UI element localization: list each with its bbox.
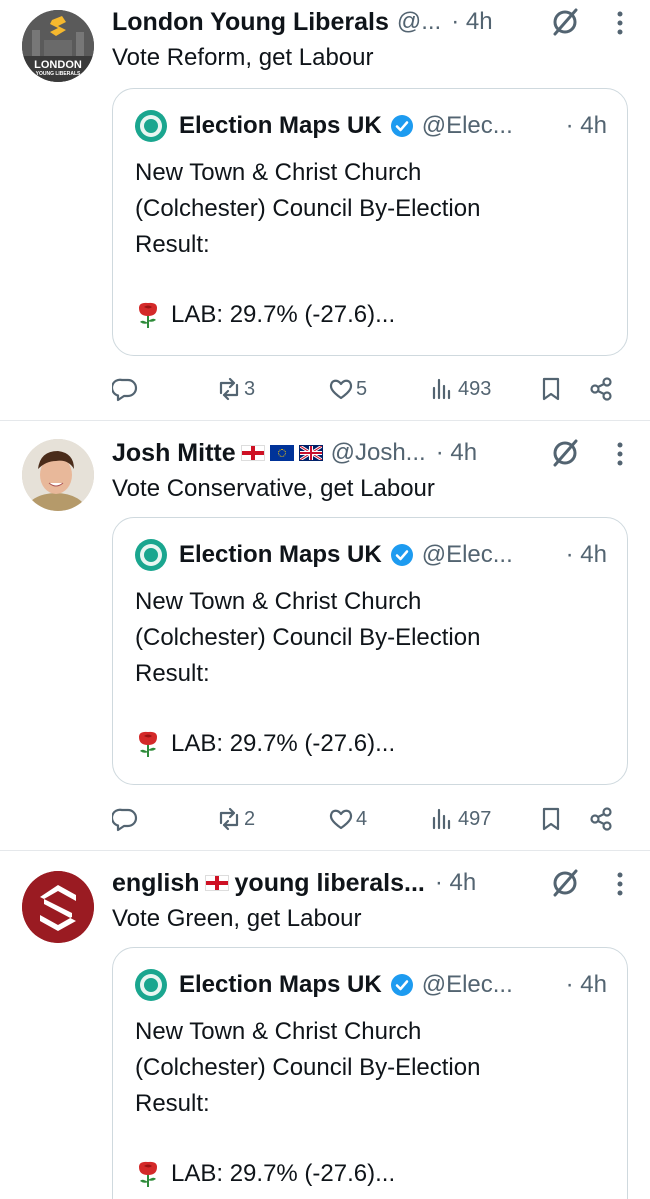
quote-text: New Town & Christ Church (Colchester) Co… — [135, 159, 481, 258]
views-button[interactable]: 497 — [430, 801, 491, 837]
english-young-liberals-logo — [22, 871, 94, 943]
share-button[interactable] — [588, 801, 614, 837]
heart-icon — [329, 809, 353, 830]
views-icon — [432, 808, 451, 830]
repost-icon — [219, 377, 239, 401]
post-text: Vote Reform, get Labour — [112, 44, 374, 71]
quote-author-handle: @Elec... — [421, 112, 513, 139]
post-header: Josh Mitte @Josh... · 4h — [112, 435, 626, 471]
author-name-part-1[interactable]: english — [112, 869, 200, 898]
post-3[interactable]: english young liberals... · 4h Vote Gree… — [0, 851, 650, 1199]
post-2[interactable]: Josh Mitte @Josh... · 4h Vote Conservati… — [0, 421, 650, 850]
quote-header: Election Maps UK @Elec... · 4h — [135, 109, 607, 143]
author-name[interactable]: Josh Mitte — [112, 439, 236, 468]
quote-text: New Town & Christ Church (Colchester) Co… — [135, 1018, 481, 1117]
quote-timestamp: · 4h — [565, 541, 607, 568]
share-button[interactable] — [588, 371, 614, 407]
quoted-post[interactable]: Election Maps UK @Elec... · 4h New Town … — [112, 947, 628, 1199]
election-maps-avatar[interactable] — [135, 969, 167, 1001]
reply-icon — [112, 378, 138, 402]
like-button[interactable]: 5 — [328, 371, 367, 407]
quote-author-handle: @Elec... — [421, 971, 513, 998]
avatar[interactable]: LONDON YOUNG LIBERALS — [22, 10, 94, 82]
author-handle[interactable]: @... — [397, 8, 441, 36]
post-text: Vote Conservative, get Labour — [112, 475, 435, 502]
bookmark-icon — [542, 377, 560, 401]
timestamp[interactable]: · 4h — [451, 8, 492, 36]
avatar[interactable] — [22, 439, 94, 511]
timestamp[interactable]: · 4h — [435, 869, 476, 897]
share-icon — [590, 807, 612, 831]
quote-header: Election Maps UK @Elec... · 4h — [135, 538, 607, 572]
more-options-icon[interactable] — [616, 10, 624, 36]
author-handle[interactable]: @Josh... — [331, 439, 426, 467]
like-button[interactable]: 4 — [328, 801, 367, 837]
verified-badge-icon — [390, 974, 413, 996]
heart-icon — [329, 379, 353, 400]
verified-badge-icon — [390, 544, 413, 566]
rose-icon — [139, 302, 157, 328]
grok-icon[interactable] — [550, 868, 580, 898]
quote-timestamp: · 4h — [565, 112, 607, 139]
election-maps-avatar[interactable] — [135, 539, 167, 571]
avatar-logo-text: LONDON YOUNG LIBERALS — [34, 59, 82, 78]
views-button[interactable]: 493 — [430, 371, 491, 407]
repost-button[interactable]: 2 — [216, 801, 255, 837]
post-1[interactable]: LONDON YOUNG LIBERALS London Young Liber… — [0, 0, 650, 420]
more-options-icon[interactable] — [616, 441, 624, 467]
repost-icon — [219, 807, 239, 831]
views-icon — [432, 378, 451, 400]
election-maps-avatar[interactable] — [135, 110, 167, 142]
quote-author-name: Election Maps UK — [179, 112, 382, 139]
grok-icon[interactable] — [550, 438, 580, 468]
more-options-icon[interactable] — [616, 871, 624, 897]
eu-flag-icon — [269, 445, 294, 461]
quote-result-line: LAB: 29.7% (-27.6)... — [135, 301, 395, 329]
grok-icon[interactable] — [550, 7, 580, 37]
england-flag-icon — [240, 445, 265, 461]
verified-badge-icon — [390, 115, 413, 137]
quote-text: New Town & Christ Church (Colchester) Co… — [135, 588, 481, 687]
post-header: english young liberals... · 4h — [112, 865, 626, 901]
quote-timestamp: · 4h — [565, 971, 607, 998]
quoted-post[interactable]: Election Maps UK @Elec... · 4h New Town … — [112, 517, 628, 785]
quote-author-name: Election Maps UK — [179, 541, 382, 568]
bookmark-icon — [542, 807, 560, 831]
share-icon — [590, 377, 612, 401]
quoted-post[interactable]: Election Maps UK @Elec... · 4h New Town … — [112, 88, 628, 356]
post-header: London Young Liberals @... · 4h — [112, 4, 626, 40]
post-actions: 2 4 497 — [112, 801, 628, 837]
bookmark-button[interactable] — [538, 371, 564, 407]
post-actions: 3 5 493 — [112, 371, 628, 407]
uk-flag-icon — [298, 445, 323, 461]
josh-mitte-avatar — [22, 439, 94, 511]
rose-icon — [139, 1161, 157, 1187]
author-name-part-2[interactable]: young liberals... — [235, 869, 425, 898]
quote-author-name: Election Maps UK — [179, 971, 382, 998]
quote-result-line: LAB: 29.7% (-27.6)... — [135, 730, 395, 758]
quote-header: Election Maps UK @Elec... · 4h — [135, 968, 607, 1002]
author-name[interactable]: London Young Liberals — [112, 8, 389, 37]
reply-icon — [112, 808, 138, 832]
avatar[interactable] — [22, 871, 94, 943]
bookmark-button[interactable] — [538, 801, 564, 837]
england-flag-icon — [204, 875, 229, 891]
quote-author-handle: @Elec... — [421, 541, 513, 568]
quote-result-line: LAB: 29.7% (-27.6)... — [135, 1160, 395, 1188]
reply-button[interactable] — [112, 801, 140, 837]
post-text: Vote Green, get Labour — [112, 905, 362, 932]
rose-icon — [139, 731, 157, 757]
reply-button[interactable] — [112, 371, 140, 407]
repost-button[interactable]: 3 — [216, 371, 255, 407]
timestamp[interactable]: · 4h — [436, 439, 477, 467]
